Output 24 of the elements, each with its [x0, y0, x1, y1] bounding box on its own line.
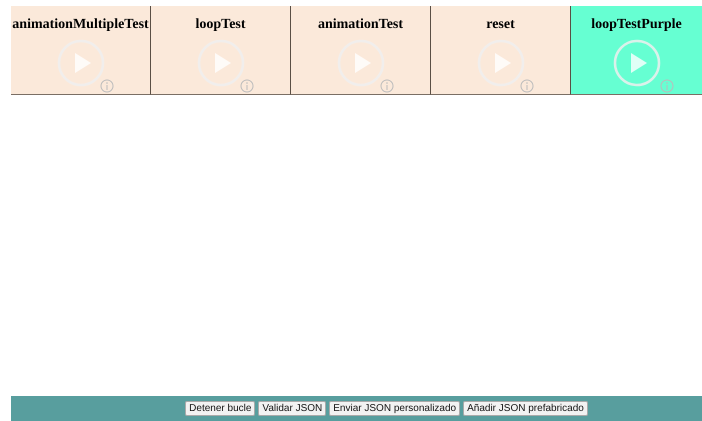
play-icon[interactable] — [476, 39, 524, 87]
test-card[interactable]: animationTest — [291, 6, 431, 95]
footer-button[interactable]: Añadir JSON prefabricado — [463, 401, 588, 416]
play-icon[interactable] — [336, 39, 384, 87]
test-card[interactable]: loopTest — [151, 6, 291, 95]
footer-button[interactable]: Validar JSON — [258, 401, 326, 416]
test-title: reset — [486, 17, 515, 33]
test-card[interactable]: loopTestPurple — [571, 6, 702, 95]
test-card[interactable]: reset — [431, 6, 571, 95]
test-title: loopTest — [195, 17, 246, 33]
info-icon[interactable] — [380, 79, 394, 93]
info-icon[interactable] — [240, 79, 254, 93]
play-icon[interactable] — [56, 39, 104, 87]
play-icon[interactable] — [612, 39, 660, 87]
footer-button[interactable]: Enviar JSON personalizado — [329, 401, 460, 416]
play-icon[interactable] — [196, 39, 244, 87]
info-icon[interactable] — [520, 79, 534, 93]
test-title: animationTest — [318, 17, 404, 33]
test-card[interactable]: animationMultipleTest — [11, 6, 151, 95]
test-title: animationMultipleTest — [12, 17, 149, 33]
test-title: loopTestPurple — [591, 17, 682, 33]
info-icon[interactable] — [100, 79, 114, 93]
footer-button[interactable]: Detener bucle — [185, 401, 256, 416]
info-icon[interactable] — [660, 79, 674, 93]
